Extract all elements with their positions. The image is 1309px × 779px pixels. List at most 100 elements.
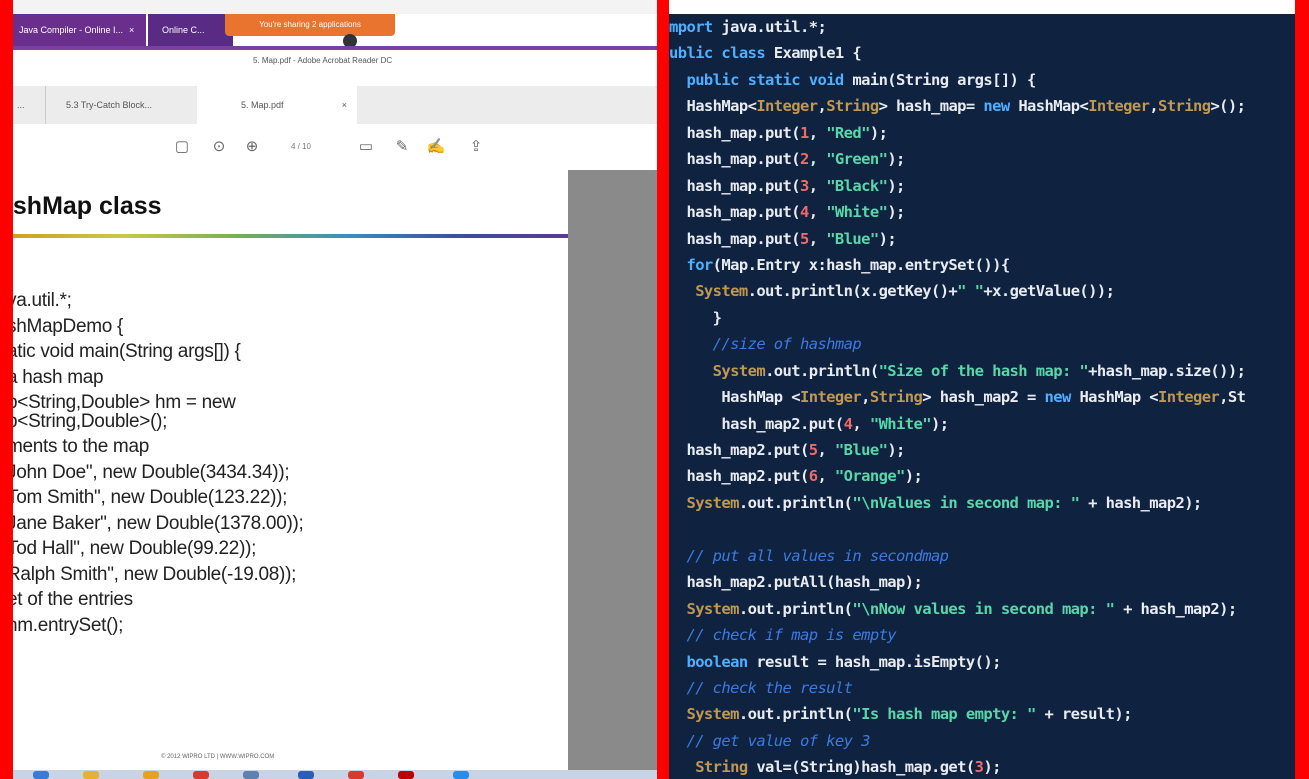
taskbar-app-icon[interactable] xyxy=(243,771,259,779)
page-thumbnail-icon[interactable]: ▢ xyxy=(171,136,193,158)
code-line[interactable]: System.out.println("\nValues in second m… xyxy=(669,490,1295,516)
code-token: HashMap < xyxy=(1079,388,1159,407)
browser-tab-java-compiler[interactable]: Java Compiler - Online I... × xyxy=(13,14,146,46)
code-line[interactable]: hash_map2.put(6, "Orange"); xyxy=(669,463,1295,489)
comment-icon[interactable]: ▭ xyxy=(355,136,377,158)
code-line[interactable]: System.out.println("Size of the hash map… xyxy=(669,358,1295,384)
code-token: 4 xyxy=(799,203,809,222)
code-token: "Green" xyxy=(826,150,888,169)
code-line[interactable]: hash_map2.put(5, "Blue"); xyxy=(669,437,1295,463)
page-up-icon[interactable]: ⊙ xyxy=(208,136,230,158)
code-token: System xyxy=(669,599,739,618)
code-token: , xyxy=(817,441,835,459)
code-line[interactable]: hash_map2.putAll(hash_map); xyxy=(669,569,1295,595)
code-token: hash_map.put( xyxy=(669,229,800,248)
code-line[interactable]: String val=(String)hash_map.get(3); xyxy=(669,754,1295,779)
code-token: // put all values in secondmap xyxy=(669,546,949,565)
code-line[interactable]: System.out.println(x.getKey()+" "+x.getV… xyxy=(669,278,1295,304)
taskbar-app-icon[interactable] xyxy=(298,771,314,779)
code-token: new xyxy=(983,97,1019,116)
code-editor[interactable]: mport java.util.*; ublic class Example1 {… xyxy=(669,0,1295,779)
code-line[interactable]: } xyxy=(669,305,1295,331)
doc-tab-previous[interactable]: ... xyxy=(17,86,43,124)
pdf-line: Tom Smith", new Double(123.22)); xyxy=(13,487,288,508)
code-token: , xyxy=(808,150,827,169)
browser-tab-strip: Java Compiler - Online I... × Online C...… xyxy=(13,14,657,48)
page-down-icon[interactable]: ⊕ xyxy=(241,136,263,158)
code-token: hash_map.put( xyxy=(669,123,800,142)
code-token: Integer xyxy=(1158,388,1220,407)
code-token: String xyxy=(826,97,879,116)
pen-icon[interactable]: ✎ xyxy=(391,136,413,158)
page-number-field[interactable]: 4 / 10 xyxy=(271,138,331,156)
code-token: > hash_map2 = xyxy=(922,388,1045,407)
code-token: "Is hash map empty: " xyxy=(852,705,1036,724)
code-line[interactable] xyxy=(669,516,1295,542)
code-token: ,St xyxy=(1219,388,1246,407)
code-line[interactable]: for(Map.Entry x:hash_map.entrySet()){ xyxy=(669,252,1295,278)
pdf-line: Tod Hall", new Double(99.22)); xyxy=(13,538,257,559)
taskbar xyxy=(13,770,657,779)
window-top-strip xyxy=(13,0,657,14)
code-token: "White" xyxy=(826,203,888,222)
code-line[interactable]: hash_map.put(4, "White"); xyxy=(669,199,1295,225)
code-token: 5 xyxy=(799,229,809,248)
code-line[interactable]: HashMap<Integer,String> hash_map= new Ha… xyxy=(669,93,1295,119)
close-icon[interactable]: × xyxy=(129,25,134,35)
code-token: ); xyxy=(887,203,905,222)
code-token: String xyxy=(1158,97,1211,116)
code-token: , xyxy=(808,123,827,142)
code-line[interactable]: hash_map.put(3, "Black"); xyxy=(669,173,1295,199)
browser-tab-online-c[interactable]: Online C... xyxy=(148,14,233,46)
code-line[interactable]: HashMap <Integer,String> hash_map2 = new… xyxy=(669,384,1295,410)
code-line[interactable]: // check if map is empty xyxy=(669,622,1295,648)
doc-tab-map-pdf[interactable]: 5. Map.pdf × xyxy=(197,86,357,124)
code-line[interactable]: hash_map2.put(4, "White"); xyxy=(669,411,1295,437)
code-line[interactable]: hash_map.put(1, "Red"); xyxy=(669,120,1295,146)
pdf-line: p<String,Double>(); xyxy=(13,410,168,432)
taskbar-app-icon[interactable] xyxy=(143,771,159,779)
code-line[interactable]: //size of hashmap xyxy=(669,331,1295,357)
code-line[interactable]: // put all values in secondmap xyxy=(669,543,1295,569)
code-token: , xyxy=(817,97,827,116)
sign-icon[interactable]: ✍ xyxy=(425,136,447,158)
taskbar-app-icon[interactable] xyxy=(453,771,469,779)
pdf-line: shMapDemo { xyxy=(13,315,124,337)
code-token: main(String args[]) { xyxy=(852,70,1036,89)
code-line[interactable]: hash_map.put(2, "Green"); xyxy=(669,146,1295,172)
screen-share-banner[interactable]: You're sharing 2 applications xyxy=(225,14,395,36)
code-line[interactable]: // check the result xyxy=(669,675,1295,701)
code-line[interactable]: mport java.util.*; xyxy=(669,14,1295,40)
code-line[interactable]: System.out.println("\nNow values in seco… xyxy=(669,596,1295,622)
taskbar-app-icon[interactable] xyxy=(33,771,49,779)
code-token: // check if map is empty xyxy=(669,626,897,645)
taskbar-app-icon[interactable] xyxy=(193,771,209,779)
code-token: +x.getValue()); xyxy=(983,282,1115,301)
code-line[interactable]: System.out.println("Is hash map empty: "… xyxy=(669,701,1295,727)
code-token: new xyxy=(1044,388,1080,407)
code-token: ); xyxy=(887,176,905,195)
code-line[interactable]: boolean result = hash_map.isEmpty(); xyxy=(669,649,1295,675)
doc-tab-try-catch[interactable]: 5.3 Try-Catch Block... xyxy=(45,86,195,124)
code-line[interactable]: // get value of key 3 xyxy=(669,728,1295,754)
code-token: "White" xyxy=(869,414,932,433)
code-token: 1 xyxy=(799,123,809,142)
taskbar-app-icon[interactable] xyxy=(348,771,364,779)
code-token: > hash_map= xyxy=(878,97,984,116)
code-token: , xyxy=(1149,97,1159,116)
code-token: 2 xyxy=(799,150,809,169)
code-line[interactable]: hash_map.put(5, "Blue"); xyxy=(669,226,1295,252)
code-line[interactable]: public static void main(String args[]) { xyxy=(669,67,1295,93)
code-token: hash_map.put( xyxy=(669,150,800,169)
editor-top-strip xyxy=(669,0,1295,14)
close-icon[interactable]: × xyxy=(342,86,347,124)
code-token: hash_map.put( xyxy=(669,176,800,195)
taskbar-app-icon[interactable] xyxy=(398,771,414,779)
share-icon[interactable]: ⇪ xyxy=(465,136,487,158)
code-area[interactable]: mport java.util.*; ublic class Example1 {… xyxy=(669,14,1295,779)
code-token: , xyxy=(808,229,827,248)
code-token: "\nNow values in second map: " xyxy=(852,599,1115,618)
taskbar-app-icon[interactable] xyxy=(83,771,99,779)
code-line[interactable]: ublic class Example1 { xyxy=(669,40,1295,66)
code-token: .out.println( xyxy=(738,705,853,724)
